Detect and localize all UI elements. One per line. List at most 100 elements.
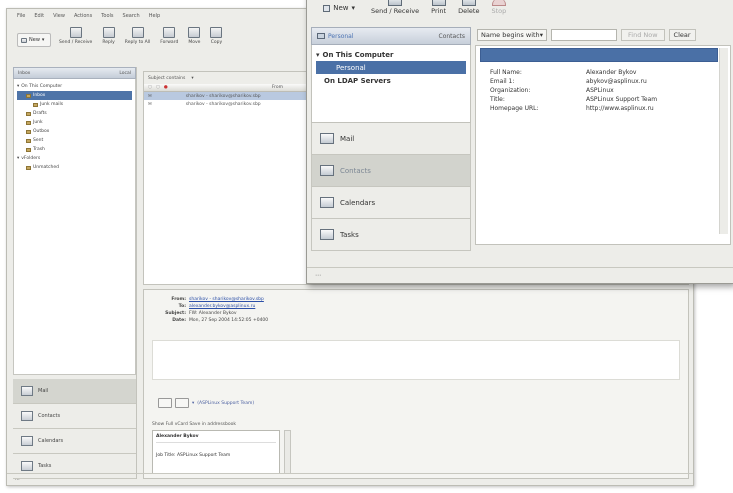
switch-label: Contacts bbox=[340, 166, 371, 175]
header-to-row: To: alexander.bykov@asplinux.ru bbox=[150, 303, 682, 310]
menu-tools[interactable]: Tools bbox=[101, 13, 113, 19]
vcard-scrollbar[interactable] bbox=[284, 430, 291, 474]
folder-inbox[interactable]: Inbox bbox=[17, 91, 132, 100]
send-receive-button[interactable]: Send / Receive bbox=[57, 27, 94, 45]
contact-field-full-name: Full Name: Alexander Bykov bbox=[490, 68, 708, 77]
find-now-button[interactable]: Find Now bbox=[621, 29, 665, 41]
contact-field-email: Email 1: abykov@asplinux.ru bbox=[490, 77, 708, 86]
chevron-down-icon[interactable]: ▾ bbox=[192, 401, 194, 406]
filter-label[interactable]: Subject contains bbox=[148, 76, 185, 81]
delete-button[interactable]: Delete bbox=[458, 0, 479, 15]
move-button[interactable]: Move bbox=[186, 27, 202, 45]
message-preview: From: sharikov - sharikov@sharikov.sbp T… bbox=[143, 289, 689, 479]
vcard-icon[interactable] bbox=[175, 398, 189, 408]
contacts-send-receive-button[interactable]: Send / Receive bbox=[371, 0, 419, 15]
field-value[interactable]: http://www.asplinux.ru bbox=[586, 105, 654, 112]
mail-sidebar-header: Inbox Local bbox=[13, 67, 136, 79]
reply-all-button[interactable]: Reply to All bbox=[123, 27, 152, 45]
field-value[interactable]: abykov@asplinux.ru bbox=[586, 78, 647, 85]
switch-calendars-button[interactable]: Calendars bbox=[311, 187, 471, 219]
attachment-expand-button[interactable] bbox=[158, 398, 172, 408]
forward-icon bbox=[163, 27, 176, 38]
header-to-link[interactable]: alexander.bykov@asplinux.ru bbox=[189, 304, 255, 309]
reply-button[interactable]: Reply bbox=[100, 27, 116, 45]
folder-outbox[interactable]: Outbox bbox=[17, 127, 132, 136]
attachment-bar: ▾ (ASPLinux Support Team) bbox=[158, 398, 254, 408]
flag-column-icon[interactable]: ● bbox=[164, 85, 168, 90]
contacts-search-bar: Name begins with ▾ Find Now Clear bbox=[477, 27, 733, 43]
new-contact-icon bbox=[323, 4, 331, 12]
copy-icon bbox=[210, 27, 223, 38]
switch-mail-button[interactable]: Mail bbox=[311, 123, 471, 155]
folder-trash[interactable]: Trash bbox=[17, 145, 132, 154]
mail-sidebar-title: Inbox bbox=[18, 70, 31, 76]
menu-actions[interactable]: Actions bbox=[74, 13, 92, 19]
mail-folder-tree: ▾ On This Computer Inbox Junk mails Draf… bbox=[13, 79, 136, 375]
message-body[interactable] bbox=[152, 340, 680, 380]
folder-junk[interactable]: Junk bbox=[17, 118, 132, 127]
address-book-personal[interactable]: Personal bbox=[316, 61, 466, 74]
folder-unmatched[interactable]: Unmatched bbox=[17, 163, 132, 172]
folder-drafts[interactable]: Drafts bbox=[17, 109, 132, 118]
stop-button[interactable]: Stop bbox=[491, 0, 506, 15]
contact-scrollbar[interactable] bbox=[719, 48, 728, 234]
expander-icon[interactable]: ▾ bbox=[17, 84, 19, 89]
copy-button[interactable]: Copy bbox=[208, 27, 224, 45]
contacts-new-button[interactable]: New ▾ bbox=[319, 1, 359, 15]
stop-icon bbox=[491, 0, 506, 6]
folder-label: Inbox bbox=[33, 93, 46, 98]
vcard-actions[interactable]: Show Full vCard Save in addressbook bbox=[152, 422, 236, 427]
clear-button[interactable]: Clear bbox=[668, 29, 696, 41]
status-column-icon[interactable]: ◌ bbox=[148, 85, 152, 90]
field-label: Title: bbox=[490, 96, 505, 103]
online-status-icon[interactable]: ⋯ bbox=[15, 477, 20, 483]
attachment-column-icon[interactable]: ◌ bbox=[156, 85, 160, 90]
print-button[interactable]: Print bbox=[431, 0, 446, 15]
forward-button[interactable]: Forward bbox=[158, 27, 180, 45]
sent-icon bbox=[26, 138, 31, 143]
switch-tasks-button[interactable]: Tasks bbox=[311, 219, 471, 251]
field-label: Organization: bbox=[490, 87, 531, 94]
move-icon bbox=[188, 27, 201, 38]
vcard-name: Alexander Bykov bbox=[156, 434, 276, 443]
switch-calendars-button[interactable]: Calendars bbox=[13, 429, 136, 454]
menu-search[interactable]: Search bbox=[123, 13, 140, 19]
switch-contacts-button[interactable]: Contacts bbox=[311, 155, 471, 187]
expander-icon[interactable]: ▾ bbox=[17, 156, 19, 161]
contacts-icon bbox=[21, 411, 33, 421]
drafts-icon bbox=[26, 111, 31, 116]
search-criteria-select[interactable]: Name begins with ▾ bbox=[477, 29, 547, 41]
search-input[interactable] bbox=[551, 29, 617, 41]
contact-details: Full Name: Alexander Bykov Email 1: abyk… bbox=[480, 62, 718, 119]
contacts-sidebar-title: Personal bbox=[328, 32, 354, 40]
screenshot-stage: File Edit View Actions Tools Search Help… bbox=[0, 0, 733, 493]
mail-new-button[interactable]: New ▾ bbox=[17, 33, 51, 47]
switch-contacts-button[interactable]: Contacts bbox=[13, 404, 136, 429]
mail-component-switcher: Mail Contacts Calendars Tasks bbox=[13, 379, 136, 479]
unread-icon: ✉ bbox=[148, 93, 152, 99]
menu-view[interactable]: View bbox=[53, 13, 65, 19]
switch-label: Mail bbox=[340, 134, 355, 143]
switch-mail-button[interactable]: Mail bbox=[13, 379, 136, 404]
folder-junk-mails[interactable]: Junk mails bbox=[17, 100, 132, 109]
online-status-icon[interactable]: ⋯ bbox=[315, 272, 321, 279]
menu-edit[interactable]: Edit bbox=[34, 13, 44, 19]
folder-on-this-computer[interactable]: ▾ On This Computer bbox=[17, 82, 132, 91]
switch-label: Contacts bbox=[38, 413, 61, 419]
contact-row-selected[interactable] bbox=[480, 48, 718, 62]
folder-sent[interactable]: Sent bbox=[17, 136, 132, 145]
group-on-this-computer[interactable]: ▾ On This Computer bbox=[316, 48, 466, 61]
message-headers: From: sharikov - sharikov@sharikov.sbp T… bbox=[144, 290, 688, 324]
send-receive-label: Send / Receive bbox=[371, 7, 420, 15]
folder-icon bbox=[33, 102, 38, 107]
group-on-ldap-servers[interactable]: On LDAP Servers bbox=[316, 74, 466, 87]
header-subject-row: Subject: FW: Alexander Bykov bbox=[150, 310, 682, 317]
folder-vfolders[interactable]: ▾ vFolders bbox=[17, 154, 132, 163]
expander-icon[interactable]: ▾ bbox=[316, 51, 320, 59]
menu-file[interactable]: File bbox=[17, 13, 25, 19]
menu-help[interactable]: Help bbox=[149, 13, 160, 19]
chevron-down-icon: ▾ bbox=[41, 37, 45, 43]
mail-icon bbox=[21, 386, 33, 396]
from-column-header[interactable]: From bbox=[272, 85, 283, 90]
header-from-link[interactable]: sharikov - sharikov@sharikov.sbp bbox=[189, 297, 264, 302]
